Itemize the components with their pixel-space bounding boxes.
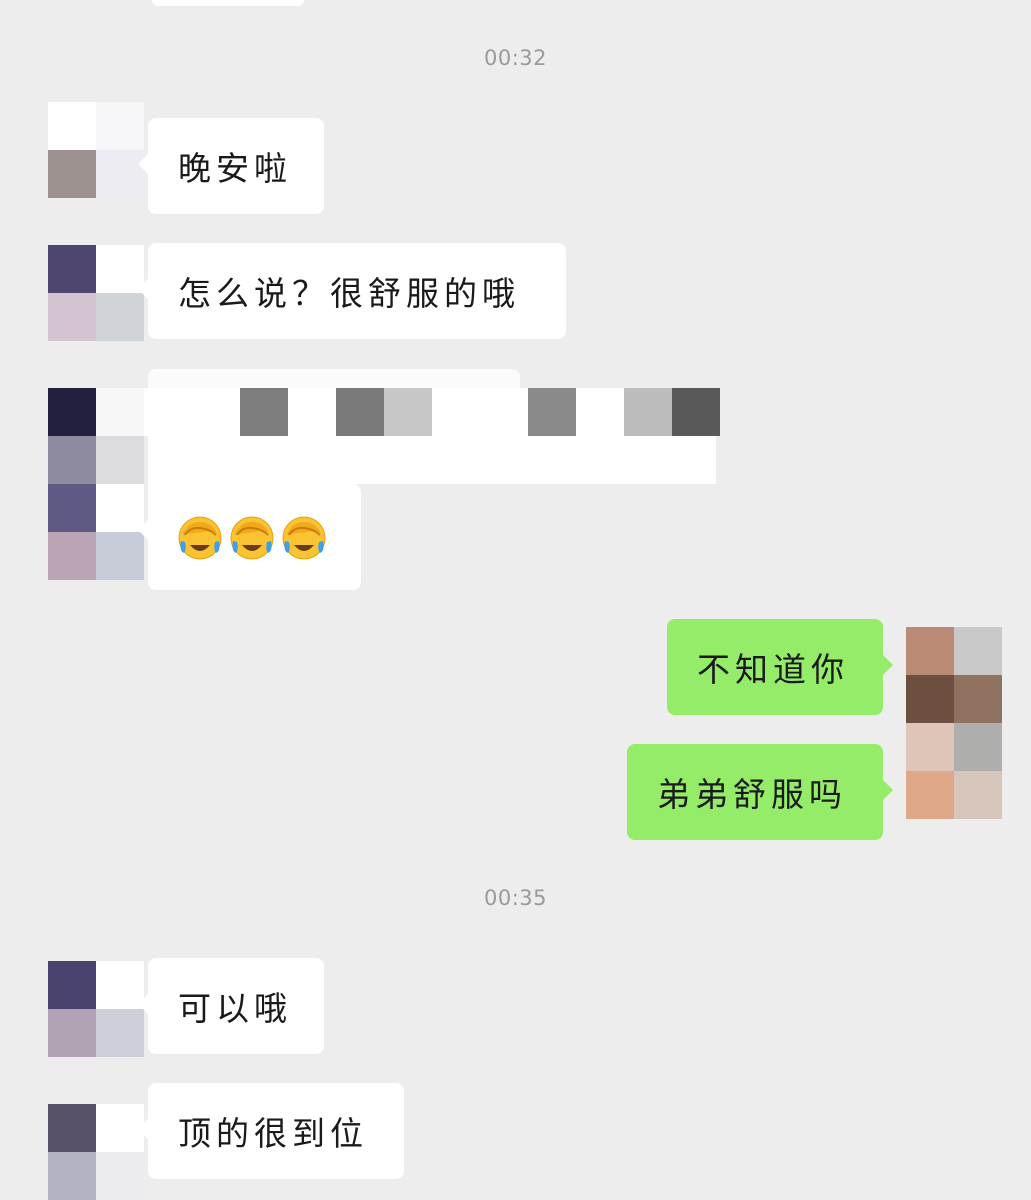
message-text: 晚安啦 bbox=[178, 149, 292, 188]
avatar[interactable] bbox=[48, 388, 144, 580]
message-text: 怎么说？很舒服的哦 bbox=[178, 274, 520, 313]
message-bubble[interactable]: 晚安啦 bbox=[138, 118, 324, 214]
pixelated-text bbox=[144, 388, 720, 436]
avatar[interactable] bbox=[906, 627, 1002, 819]
facepalm-crying-emoji-icon bbox=[280, 513, 328, 561]
avatar[interactable] bbox=[48, 245, 144, 341]
timestamp: 00:35 bbox=[483, 886, 548, 910]
pixelated-message[interactable] bbox=[148, 369, 520, 389]
facepalm-crying-emoji-icon bbox=[228, 513, 276, 561]
message-text: 可以哦 bbox=[178, 989, 292, 1028]
emoji-row bbox=[176, 513, 328, 561]
message-text: 弟弟舒服吗 bbox=[657, 775, 847, 814]
message-bubble[interactable]: 顶的很到位 bbox=[138, 1083, 404, 1179]
message-bubble[interactable]: 怎么说？很舒服的哦 bbox=[138, 243, 566, 339]
avatar[interactable] bbox=[48, 102, 144, 198]
message-text: 不知道你 bbox=[697, 650, 849, 689]
avatar[interactable] bbox=[48, 1104, 144, 1200]
partial-bubble bbox=[152, 0, 304, 6]
message-bubble[interactable]: 可以哦 bbox=[138, 958, 324, 1054]
message-text: 顶的很到位 bbox=[178, 1114, 368, 1153]
timestamp: 00:32 bbox=[483, 46, 548, 70]
avatar[interactable] bbox=[48, 961, 144, 1057]
facepalm-crying-emoji-icon bbox=[176, 513, 224, 561]
emoji-bubble[interactable] bbox=[138, 484, 361, 590]
message-bubble[interactable]: 弟弟舒服吗 bbox=[627, 744, 893, 840]
message-bubble[interactable]: 不知道你 bbox=[667, 619, 893, 715]
